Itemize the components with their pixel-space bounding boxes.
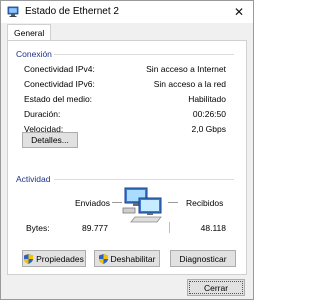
duration-label: Duración: — [24, 109, 61, 119]
ipv4-value: Sin acceso a Internet — [146, 64, 226, 74]
bytes-sent-value: 89.777 — [82, 223, 108, 233]
diagnose-button[interactable]: Diagnosticar — [170, 250, 236, 267]
sent-label: Enviados — [75, 198, 110, 208]
ethernet-status-dialog: Estado de Ethernet 2 ✕ General Conexión … — [0, 0, 254, 300]
properties-button-label: Propiedades — [36, 253, 84, 264]
close-button[interactable]: Cerrar — [187, 279, 245, 296]
admin-shield-icon — [24, 253, 34, 264]
bytes-label: Bytes: — [26, 223, 50, 233]
tab-strip: General — [7, 24, 249, 41]
network-adapter-icon — [7, 6, 19, 17]
disable-button[interactable]: Deshabilitar — [94, 250, 160, 267]
disable-button-label: Deshabilitar — [110, 253, 156, 264]
window-title: Estado de Ethernet 2 — [25, 6, 119, 17]
close-icon: ✕ — [233, 5, 245, 19]
activity-separator — [169, 222, 170, 233]
ipv6-value: Sin acceso a la red — [153, 79, 226, 89]
details-button[interactable]: Detalles... — [22, 132, 78, 148]
media-state-value: Habilitado — [188, 94, 226, 104]
title-bar: Estado de Ethernet 2 ✕ — [1, 1, 253, 23]
activity-group-divider — [54, 179, 234, 180]
network-activity-icon — [122, 187, 162, 223]
speed-value: 2,0 Gbps — [191, 124, 227, 134]
dialog-footer: Cerrar — [1, 277, 253, 299]
received-label: Recibidos — [186, 198, 224, 208]
received-connector — [168, 202, 178, 203]
tab-general[interactable]: General — [7, 24, 52, 41]
properties-button[interactable]: Propiedades — [22, 250, 86, 267]
activity-group-title: Actividad — [16, 174, 51, 184]
ipv6-label: Conectividad IPv6: — [24, 79, 95, 89]
bytes-received-value: 48.118 — [200, 223, 226, 233]
admin-shield-icon — [98, 253, 108, 264]
connection-group-divider — [54, 54, 234, 55]
media-state-label: Estado del medio: — [24, 94, 93, 104]
close-window-button[interactable]: ✕ — [229, 3, 249, 21]
general-panel: Conexión Conectividad IPv4: Sin acceso a… — [7, 40, 247, 275]
duration-value: 00:26:50 — [192, 109, 226, 119]
ipv4-label: Conectividad IPv4: — [24, 64, 95, 74]
connection-group-title: Conexión — [16, 49, 52, 59]
